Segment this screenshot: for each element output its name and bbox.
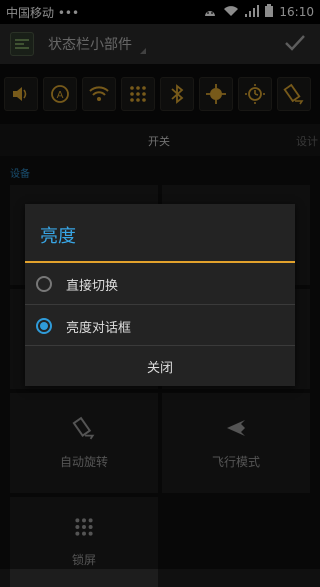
radio-selected-icon[interactable] [36, 318, 52, 334]
dialog-title: 亮度 [40, 226, 76, 247]
option-brightness-dialog[interactable]: 亮度对话框 [25, 305, 295, 347]
close-button[interactable]: 关闭 [25, 346, 295, 386]
option-label: 直接切换 [66, 278, 119, 294]
brightness-dialog: 亮度 直接切换 亮度对话框 关闭 [25, 204, 295, 386]
radio-unselected-icon[interactable] [36, 276, 52, 292]
option-label: 亮度对话框 [66, 320, 132, 336]
option-direct-switch[interactable]: 直接切换 [25, 263, 295, 305]
